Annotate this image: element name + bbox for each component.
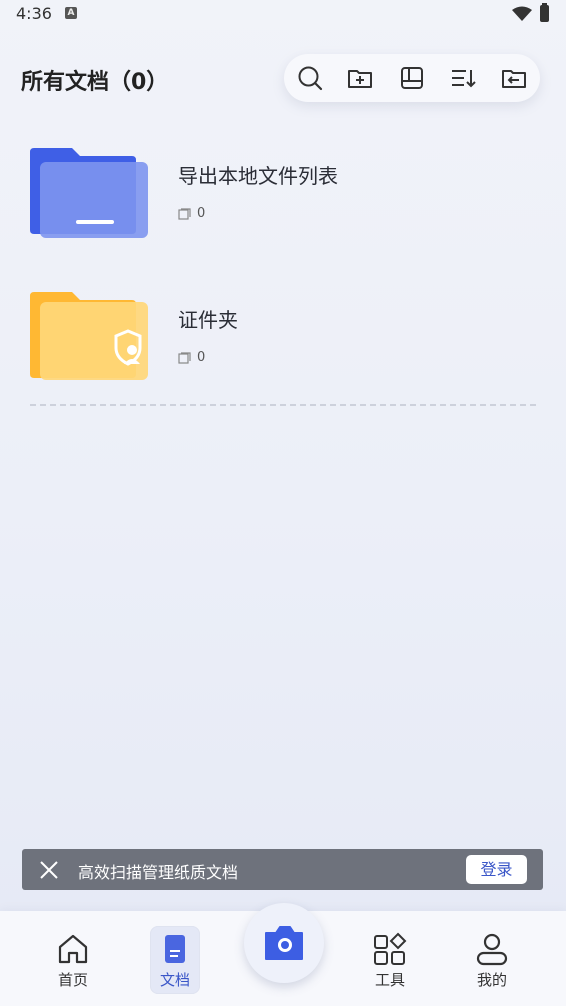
camera-icon bbox=[265, 926, 303, 960]
folder-name: 导出本地文件列表 bbox=[178, 164, 338, 188]
nav-profile[interactable]: 我的 bbox=[462, 929, 522, 999]
login-button[interactable]: 登录 bbox=[466, 855, 527, 884]
nav-home-label: 首页 bbox=[57, 971, 88, 989]
id-folder-icon bbox=[30, 292, 148, 380]
search-icon[interactable] bbox=[296, 64, 324, 92]
profile-icon bbox=[476, 933, 508, 966]
folder-count: 0 bbox=[197, 206, 206, 221]
login-banner: 高效扫描管理纸质文档 登录 bbox=[22, 849, 543, 890]
page-title: 所有文档（0） bbox=[21, 70, 169, 95]
document-count-icon bbox=[178, 351, 191, 364]
nav-home[interactable]: 首页 bbox=[43, 929, 103, 999]
status-time: 4:36 bbox=[16, 4, 52, 23]
notification-icon: A bbox=[65, 7, 77, 19]
nav-documents[interactable]: 文档 bbox=[145, 929, 205, 999]
folder-name: 证件夹 bbox=[178, 308, 238, 332]
banner-text: 高效扫描管理纸质文档 bbox=[78, 863, 239, 882]
close-icon[interactable] bbox=[38, 859, 60, 881]
list-end-divider bbox=[30, 404, 536, 406]
nav-tools[interactable]: 工具 bbox=[360, 929, 420, 999]
document-icon bbox=[165, 935, 185, 963]
home-icon bbox=[58, 934, 88, 964]
sort-icon[interactable] bbox=[449, 64, 477, 92]
camera-button[interactable] bbox=[244, 903, 324, 983]
folder-meta: 0 bbox=[178, 206, 205, 221]
folder-meta: 0 bbox=[178, 350, 205, 365]
folder-icon bbox=[30, 148, 148, 238]
folder-item[interactable]: 导出本地文件列表 0 bbox=[0, 148, 566, 268]
status-bar: 4:36 A bbox=[0, 0, 566, 30]
nav-documents-label: 文档 bbox=[159, 971, 190, 989]
nav-profile-label: 我的 bbox=[476, 971, 507, 989]
nav-tools-label: 工具 bbox=[374, 971, 405, 989]
import-icon[interactable] bbox=[500, 64, 528, 92]
folder-item[interactable]: 证件夹 0 bbox=[0, 292, 566, 412]
battery-icon bbox=[540, 3, 549, 22]
wifi-icon bbox=[512, 6, 532, 21]
document-count-icon bbox=[178, 207, 191, 220]
toolbar bbox=[284, 54, 540, 102]
add-folder-icon[interactable] bbox=[346, 64, 374, 92]
layout-icon[interactable] bbox=[398, 64, 426, 92]
folder-count: 0 bbox=[197, 350, 206, 365]
tools-icon bbox=[374, 932, 407, 965]
